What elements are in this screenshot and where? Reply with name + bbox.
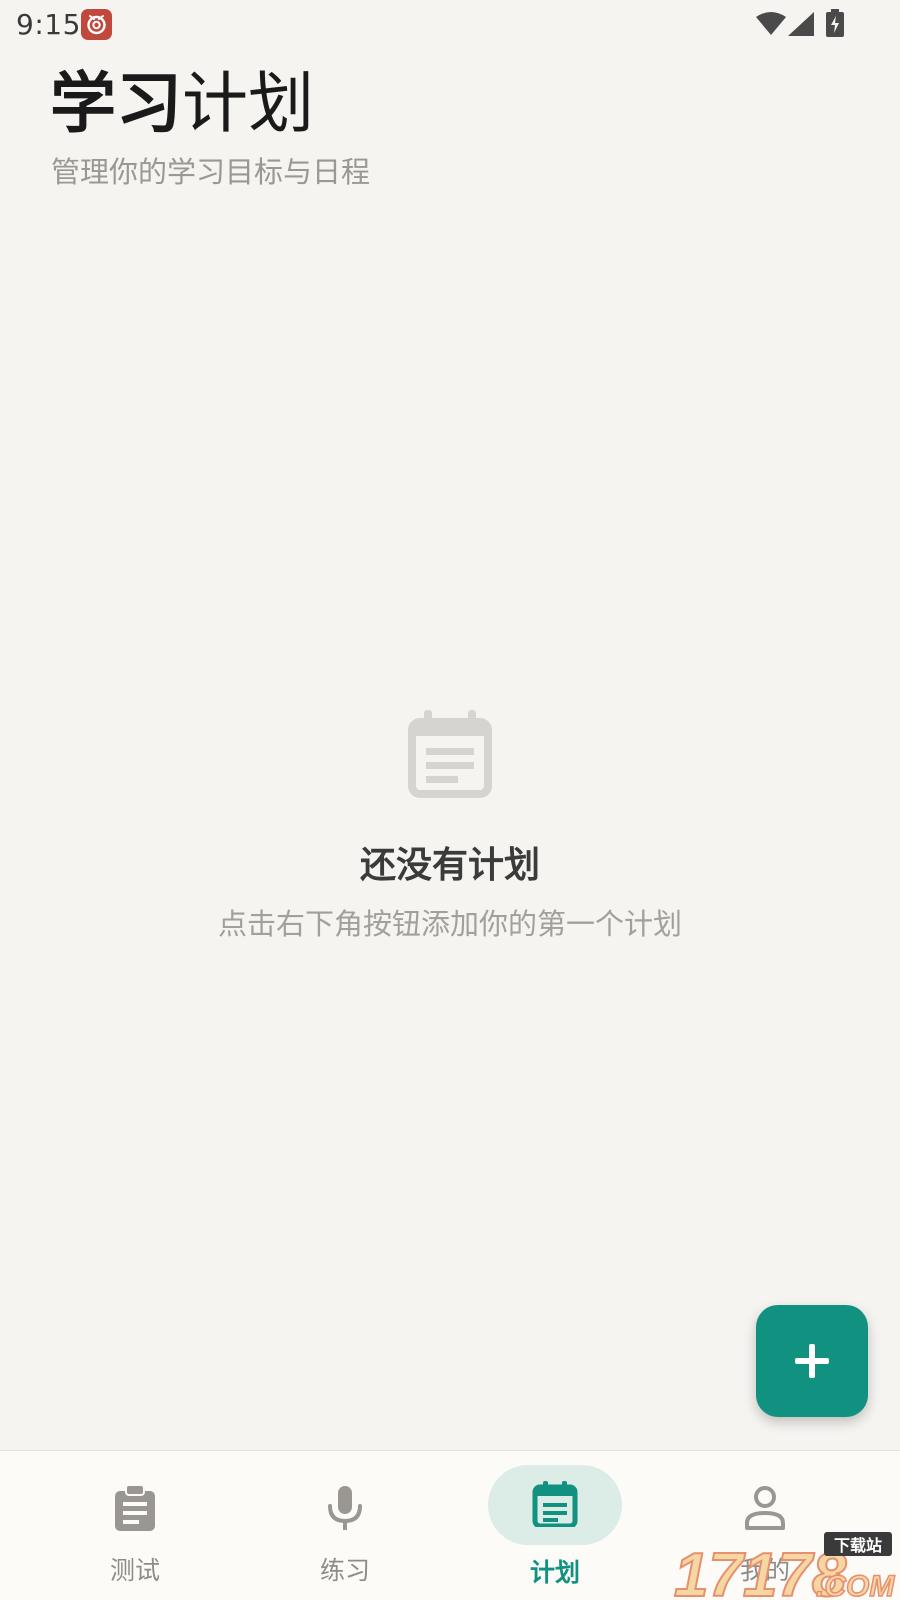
page-title-light: 计划 <box>182 65 314 142</box>
nav-label-test: 测试 <box>109 1556 160 1585</box>
empty-state-description: 点击右下角按钮添加你的第一个计划 <box>217 907 682 941</box>
nav-label-profile: 我的 <box>739 1556 790 1585</box>
page-title: 学习计划 <box>50 62 314 146</box>
notification-app-icon <box>81 9 112 40</box>
nav-label-practice: 练习 <box>319 1556 370 1585</box>
status-time: 9:15 <box>16 8 81 41</box>
microphone-icon <box>328 1486 362 1530</box>
nav-item-profile[interactable]: 我的 <box>665 1451 865 1600</box>
nav-label-plan: 计划 <box>529 1558 580 1587</box>
person-icon <box>745 1486 785 1530</box>
calendar-note-icon <box>408 710 492 798</box>
signal-icon <box>788 12 814 36</box>
empty-state-title: 还没有计划 <box>359 845 540 886</box>
page-subtitle: 管理你的学习目标与日程 <box>51 155 371 189</box>
battery-charging-icon <box>826 9 844 37</box>
nav-item-plan[interactable]: 计划 <box>455 1451 655 1600</box>
add-plan-button[interactable] <box>756 1305 868 1417</box>
wifi-icon <box>756 12 786 35</box>
calendar-icon <box>532 1481 578 1527</box>
nav-item-practice[interactable]: 练习 <box>245 1451 445 1600</box>
nav-item-test[interactable]: 测试 <box>35 1451 235 1600</box>
status-bar: 9:15 <box>0 0 900 48</box>
plus-icon <box>795 1344 829 1378</box>
clipboard-icon <box>115 1485 155 1531</box>
plan-screen: 9:15 学习计划 管理你的学习目标与日程 还没有计划 点击右下角按钮添加你的第… <box>0 0 900 1600</box>
page-title-strong: 学习 <box>50 65 182 142</box>
bottom-nav: 测试 练习 计划 我的 <box>0 1450 900 1600</box>
